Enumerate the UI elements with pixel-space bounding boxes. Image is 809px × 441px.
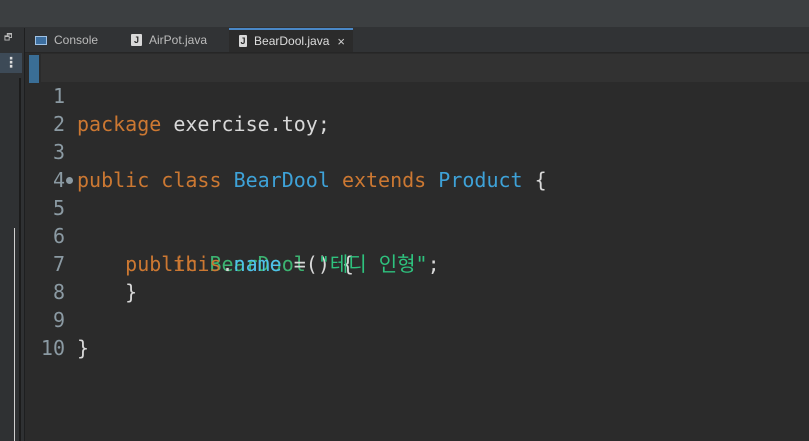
- restore-icon[interactable]: 🗗: [4, 33, 14, 43]
- line-number: 10: [40, 336, 65, 360]
- brace: }: [77, 336, 90, 360]
- tab-label: Console: [54, 33, 99, 47]
- title-bar: [0, 0, 809, 28]
- tab-airpot-java[interactable]: J AirPot.java: [121, 28, 229, 52]
- code-editor[interactable]: 1 package exercise.toy; 2 3 public class…: [25, 53, 809, 441]
- view-menu-button[interactable]: ⋮: [0, 53, 22, 73]
- panel-divider: [19, 78, 21, 441]
- code-line-2[interactable]: 2: [25, 82, 809, 136]
- code-line-7[interactable]: 7 }: [25, 222, 809, 304]
- editor-tab-bar: Console J AirPot.java J BearDool.java ×: [25, 28, 809, 53]
- tab-label: AirPot.java: [149, 33, 208, 47]
- code-line-8[interactable]: 8: [25, 250, 809, 304]
- tab-console[interactable]: Console: [25, 28, 121, 52]
- code-line-1[interactable]: 1 package exercise.toy;: [25, 54, 809, 136]
- code-line-4[interactable]: 4: [25, 138, 809, 192]
- console-icon: [35, 35, 47, 45]
- left-panel-strip: 🗗 ⋮: [0, 28, 25, 441]
- code-line-3[interactable]: 3 public class BearDool extends Product …: [25, 110, 809, 192]
- close-icon[interactable]: ×: [337, 34, 345, 49]
- fold-icon[interactable]: [66, 177, 73, 184]
- code-line-6[interactable]: 6 this.name = "테디 인형";: [25, 194, 809, 276]
- code-line-9[interactable]: 9 }: [25, 278, 809, 360]
- scrollbar-track[interactable]: [14, 228, 15, 441]
- code-line-5[interactable]: 5 public BearDool() {: [25, 166, 809, 276]
- tab-label: BearDool.java: [254, 34, 330, 48]
- code-line-10[interactable]: 10: [25, 306, 809, 360]
- java-file-icon: J: [239, 35, 248, 47]
- tab-beardool-java[interactable]: J BearDool.java ×: [229, 28, 353, 52]
- java-file-icon: J: [131, 34, 142, 46]
